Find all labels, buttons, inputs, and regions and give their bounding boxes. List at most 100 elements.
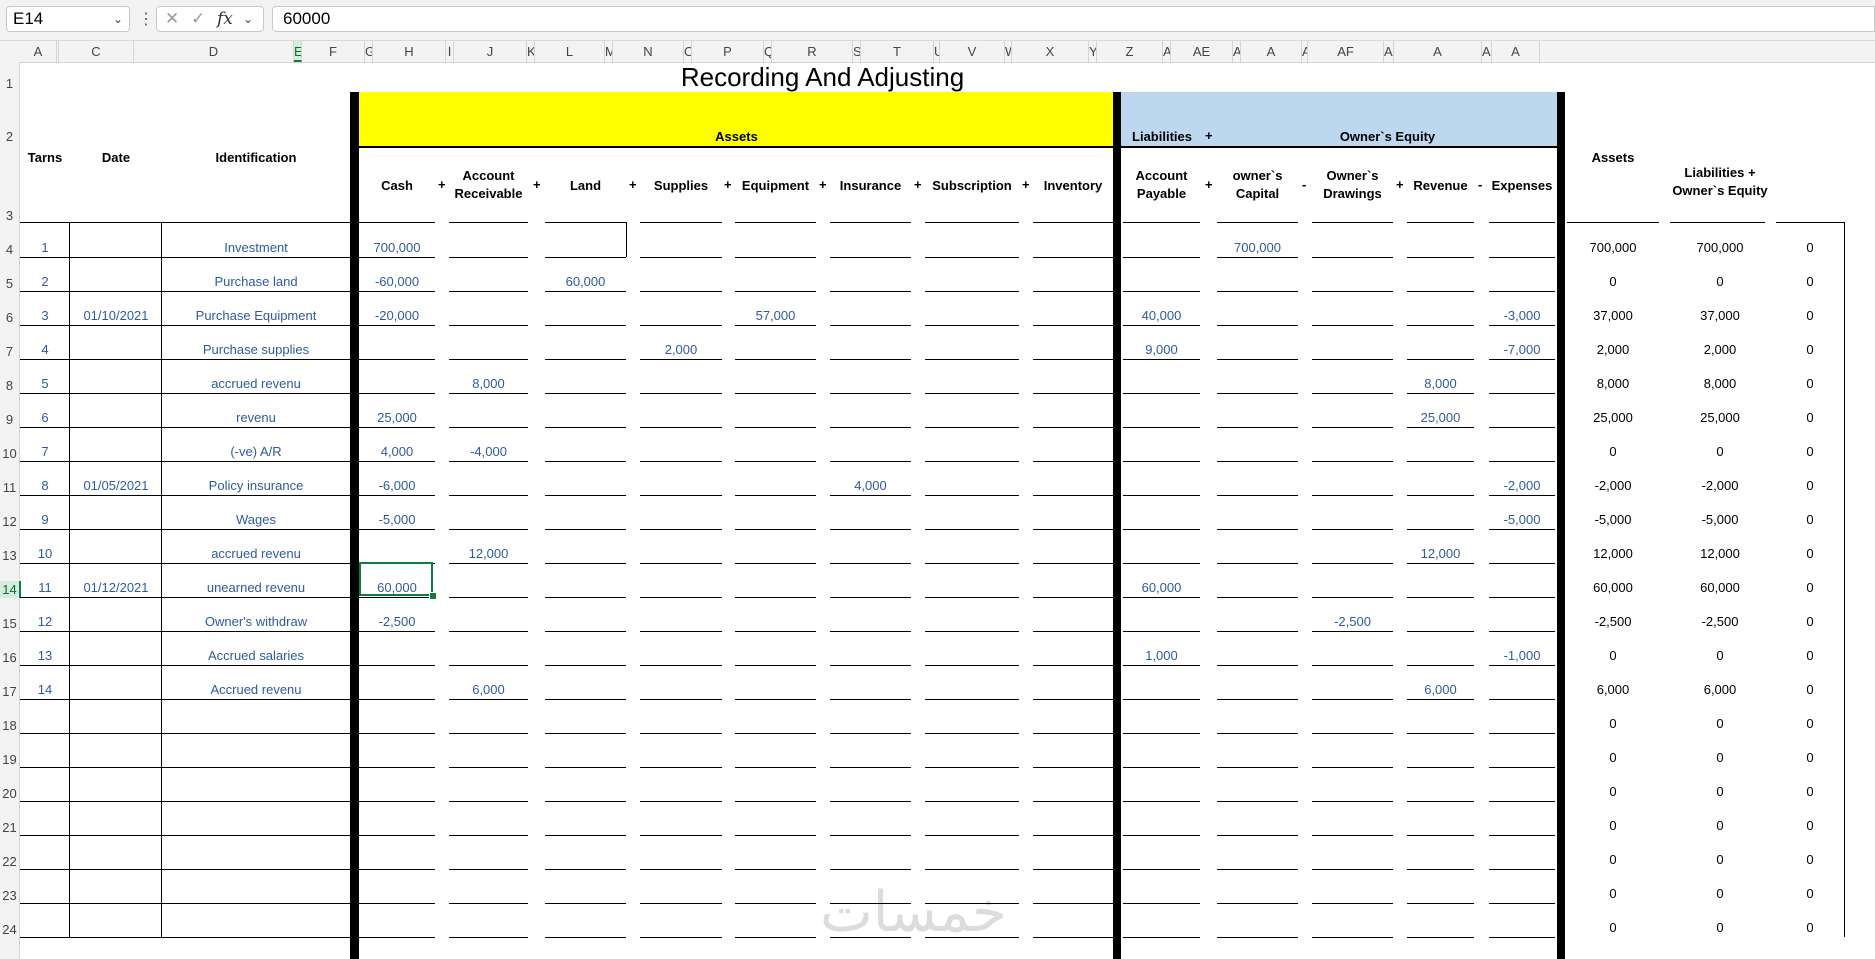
difference-cell[interactable]: 0 (1776, 478, 1844, 493)
trans-cell[interactable]: 8 (20, 478, 70, 493)
column-header-D[interactable]: D (134, 41, 294, 62)
date-cell[interactable]: 01/10/2021 (70, 308, 162, 323)
column-header-O[interactable]: O (684, 41, 692, 62)
identification-cell[interactable]: Owner's withdraw (162, 614, 350, 629)
row-header-4[interactable]: 4 (0, 241, 19, 258)
total-assets-cell[interactable]: -2,000 (1567, 478, 1659, 493)
column-header-A[interactable]: A (1241, 41, 1302, 62)
total-le-cell[interactable]: 12,000 (1670, 546, 1770, 561)
trans-cell[interactable]: 10 (20, 546, 70, 561)
column-header-W[interactable]: W (1005, 41, 1012, 62)
row-header-14[interactable]: 14 (0, 581, 21, 598)
total-le-cell[interactable]: 37,000 (1670, 308, 1770, 323)
difference-cell[interactable]: 0 (1776, 376, 1844, 391)
total-assets-cell[interactable]: 8,000 (1567, 376, 1659, 391)
identification-cell[interactable]: Wages (162, 512, 350, 527)
row-header-20[interactable]: 20 (0, 785, 19, 802)
column-header-T[interactable]: T (861, 41, 934, 62)
row-header-6[interactable]: 6 (0, 309, 19, 326)
total-assets-cell[interactable]: 0 (1567, 648, 1659, 663)
row-header-18[interactable]: 18 (0, 717, 19, 734)
cash-cell[interactable]: 25,000 (359, 410, 435, 425)
equipment-cell[interactable]: 57,000 (735, 308, 816, 323)
column-header-AC[interactable]: AC (1233, 41, 1241, 62)
total-assets-cell[interactable]: 0 (1567, 750, 1659, 765)
column-header-AF[interactable]: AF (1308, 41, 1384, 62)
ar-cell[interactable]: -4,000 (449, 444, 528, 459)
ap-cell[interactable]: 40,000 (1123, 308, 1200, 323)
column-header-Y[interactable]: Y (1089, 41, 1097, 62)
cash-cell[interactable]: 700,000 (359, 240, 435, 255)
identification-cell[interactable]: accrued revenu (162, 546, 350, 561)
column-header-A[interactable]: A (1492, 41, 1540, 62)
cash-cell[interactable]: -60,000 (359, 274, 435, 289)
difference-cell[interactable]: 0 (1776, 648, 1844, 663)
column-header-P[interactable]: P (692, 41, 764, 62)
column-header-Z[interactable]: Z (1097, 41, 1163, 62)
total-assets-cell[interactable]: 0 (1567, 716, 1659, 731)
total-assets-cell[interactable]: -2,500 (1567, 614, 1659, 629)
column-header-A[interactable]: A (20, 41, 57, 62)
difference-cell[interactable]: 0 (1776, 784, 1844, 799)
identification-cell[interactable]: Purchase land (162, 274, 350, 289)
total-assets-cell[interactable]: 0 (1567, 818, 1659, 833)
difference-cell[interactable]: 0 (1776, 240, 1844, 255)
total-le-cell[interactable]: 0 (1670, 818, 1770, 833)
expenses-cell[interactable]: -5,000 (1489, 512, 1555, 527)
trans-cell[interactable]: 4 (20, 342, 70, 357)
column-header-X[interactable]: X (1012, 41, 1089, 62)
column-header-S[interactable]: S (853, 41, 861, 62)
cash-cell[interactable]: -5,000 (359, 512, 435, 527)
column-header-K[interactable]: K (527, 41, 535, 62)
land-cell[interactable]: 60,000 (545, 274, 626, 289)
ar-cell[interactable]: 6,000 (449, 682, 528, 697)
trans-cell[interactable]: 11 (20, 580, 70, 595)
total-assets-cell[interactable]: 0 (1567, 274, 1659, 289)
formula-input[interactable]: 60000 (272, 6, 1875, 32)
row-header-15[interactable]: 15 (0, 615, 19, 632)
column-header-R[interactable]: R (772, 41, 853, 62)
difference-cell[interactable]: 0 (1776, 920, 1844, 935)
row-header-12[interactable]: 12 (0, 513, 19, 530)
row-header-19[interactable]: 19 (0, 751, 19, 768)
total-le-cell[interactable]: 0 (1670, 886, 1770, 901)
difference-cell[interactable]: 0 (1776, 410, 1844, 425)
total-le-cell[interactable]: 0 (1670, 716, 1770, 731)
difference-cell[interactable]: 0 (1776, 614, 1844, 629)
row-header-3[interactable]: 3 (0, 207, 19, 224)
identification-cell[interactable]: Investment (162, 240, 350, 255)
row-header-10[interactable]: 10 (0, 445, 19, 462)
column-header-I[interactable]: I (446, 41, 454, 62)
column-header-AE[interactable]: AE (1171, 41, 1233, 62)
column-header-M[interactable]: M (605, 41, 613, 62)
column-header-AA[interactable]: AA (1163, 41, 1171, 62)
total-assets-cell[interactable]: -5,000 (1567, 512, 1659, 527)
column-header-Q[interactable]: Q (764, 41, 772, 62)
chevron-down-icon[interactable]: ⌄ (113, 7, 123, 31)
trans-cell[interactable]: 13 (20, 648, 70, 663)
expenses-cell[interactable]: -3,000 (1489, 308, 1555, 323)
ar-cell[interactable]: 8,000 (449, 376, 528, 391)
total-assets-cell[interactable]: 25,000 (1567, 410, 1659, 425)
total-le-cell[interactable]: 25,000 (1670, 410, 1770, 425)
difference-cell[interactable]: 0 (1776, 886, 1844, 901)
revenue-cell[interactable]: 6,000 (1407, 682, 1474, 697)
difference-cell[interactable]: 0 (1776, 716, 1844, 731)
identification-cell[interactable]: Accrued revenu (162, 682, 350, 697)
difference-cell[interactable]: 0 (1776, 546, 1844, 561)
cancel-icon[interactable]: ✕ (165, 9, 179, 29)
cash-cell[interactable]: -2,500 (359, 614, 435, 629)
column-header-L[interactable]: L (535, 41, 605, 62)
revenue-cell[interactable]: 8,000 (1407, 376, 1474, 391)
active-cell-selection[interactable] (359, 562, 433, 596)
column-header-G[interactable]: G (365, 41, 373, 62)
total-assets-cell[interactable]: 0 (1567, 444, 1659, 459)
difference-cell[interactable]: 0 (1776, 512, 1844, 527)
row-header-22[interactable]: 22 (0, 853, 19, 870)
name-box[interactable]: E14 ⌄ (6, 6, 130, 32)
trans-cell[interactable]: 9 (20, 512, 70, 527)
difference-cell[interactable]: 0 (1776, 342, 1844, 357)
ar-cell[interactable]: 12,000 (449, 546, 528, 561)
total-le-cell[interactable]: 0 (1670, 444, 1770, 459)
total-assets-cell[interactable]: 0 (1567, 852, 1659, 867)
